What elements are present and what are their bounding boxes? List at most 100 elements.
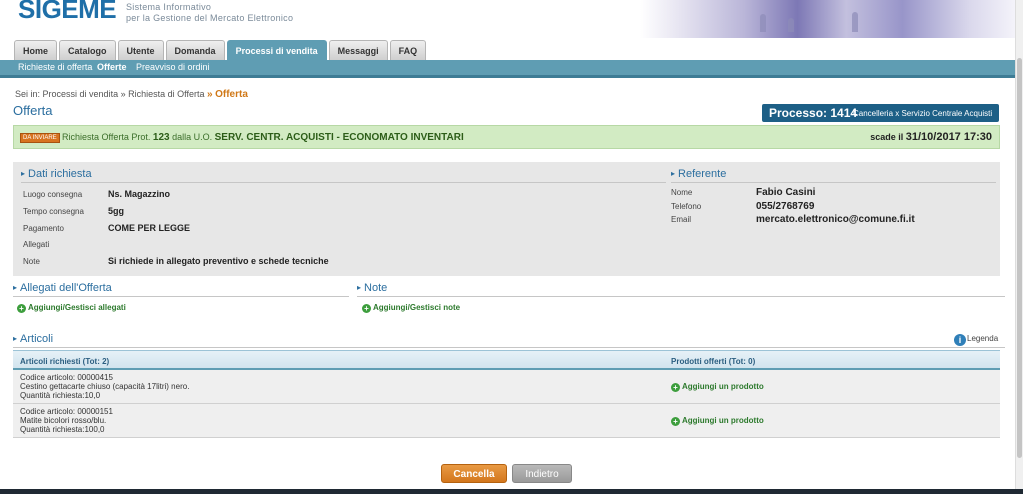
plus-icon: + [362, 304, 371, 313]
breadcrumb: Sei in: Processi di vendita » Richiesta … [15, 89, 248, 100]
deadline-prefix: scade il [870, 132, 904, 142]
banner-figure [760, 14, 766, 32]
breadcrumb-processi-di-vendita[interactable]: Processi di vendita [43, 89, 119, 99]
field-label: Luogo consegna [23, 190, 83, 199]
article-quantity: Quantità richiesta:10,0 [20, 391, 101, 400]
page-title: Offerta [13, 103, 53, 118]
section-divider [357, 296, 1005, 297]
section-divider [13, 347, 1005, 348]
section-divider [21, 182, 666, 183]
tab-utente[interactable]: Utente [117, 40, 164, 60]
tab-faq[interactable]: FAQ [389, 40, 427, 60]
status-badge: DA INVIARE [20, 133, 60, 143]
table-row: Codice articolo: 00000151 Matite bicolor… [13, 404, 1000, 438]
logo-subtitle-line2: per la Gestione del Mercato Elettronico [126, 13, 294, 23]
article-info: Codice articolo: 00000415 Cestino gettac… [20, 373, 189, 400]
section-title-allegati: Allegati dell'Offerta [13, 282, 112, 294]
referente-value: 055/2768769 [756, 201, 815, 212]
logo-subtitle-line1: Sistema Informativo [126, 2, 212, 12]
referente-label: Nome [671, 188, 693, 197]
sub-navigation: Richieste di offerta Offerte Preavviso d… [0, 60, 1015, 78]
os-taskbar [0, 489, 1023, 494]
breadcrumb-prefix: Sei in: [15, 89, 41, 99]
info-icon: i [954, 334, 966, 346]
subnav-offerte[interactable]: Offerte [97, 62, 127, 72]
header-banner-image [640, 0, 1015, 38]
manage-notes-link[interactable]: + Aggiungi/Gestisci note [362, 303, 460, 313]
tab-processi-di-vendita[interactable]: Processi di vendita [226, 40, 327, 60]
field-value: COME PER LEGGE [108, 223, 191, 233]
logo-subtitle: Sistema Informativo per la Gestione del … [126, 2, 293, 24]
status-prot-number: 123 [152, 132, 170, 143]
process-label: Processo: 1414 [769, 106, 858, 120]
add-product-link[interactable]: + Aggiungi un prodotto [671, 382, 764, 392]
deadline: scade il 31/10/2017 17:30 [870, 131, 992, 143]
field-label: Note [23, 257, 40, 266]
add-product-label: Aggiungi un prodotto [682, 416, 764, 425]
article-info: Codice articolo: 00000151 Matite bicolor… [20, 407, 113, 434]
legend-link[interactable]: i Legenda [954, 334, 998, 346]
section-title-referente: Referente [671, 168, 726, 180]
referente-value: Fabio Casini [756, 187, 816, 198]
section-title-note: Note [357, 282, 387, 294]
field-label: Tempo consegna [23, 207, 84, 216]
plus-icon: + [671, 383, 680, 392]
referente-label: Email [671, 215, 692, 224]
field-value: Ns. Magazzino [108, 189, 171, 199]
field-label: Pagamento [23, 224, 64, 233]
field-value: 5gg [108, 206, 125, 216]
column-header-richiesti: Articoli richiesti (Tot: 2) [20, 357, 110, 366]
field-value: Si richiede in allegato preventivo e sch… [108, 256, 329, 266]
subnav-preavviso-di-ordini[interactable]: Preavviso di ordini [136, 62, 210, 72]
manage-notes-label: Aggiungi/Gestisci note [373, 303, 461, 312]
tab-home[interactable]: Home [14, 40, 58, 60]
breadcrumb-separator: » [207, 89, 213, 100]
field-label: Allegati [23, 240, 50, 249]
status-bar: DA INVIARE Richiesta Offerta Prot. 123 d… [13, 125, 1000, 149]
plus-icon: + [17, 304, 26, 313]
column-header-offerti: Prodotti offerti (Tot: 0) [671, 357, 756, 366]
status-mid: dalla U.O. [172, 132, 213, 142]
section-divider [671, 182, 996, 183]
scrollbar-thumb[interactable] [1017, 58, 1022, 458]
cancel-button[interactable]: Cancella [441, 464, 507, 483]
tab-domanda[interactable]: Domanda [165, 40, 225, 60]
referente-value: mercato.elettronico@comune.fi.it [756, 214, 915, 225]
process-description: Cancelleria x Servizio Centrale Acquisti [853, 109, 993, 118]
plus-icon: + [671, 417, 680, 426]
tab-messaggi[interactable]: Messaggi [328, 40, 388, 60]
breadcrumb-current: Offerta [215, 89, 248, 100]
add-product-link[interactable]: + Aggiungi un prodotto [671, 416, 764, 426]
breadcrumb-richiesta-di-offerta[interactable]: Richiesta di Offerta [128, 89, 204, 99]
vertical-scrollbar[interactable] [1015, 0, 1023, 489]
process-box: Processo: 1414 Cancelleria x Servizio Ce… [762, 104, 999, 122]
header: SIGEME Sistema Informativo per la Gestio… [0, 0, 1015, 40]
section-title-dati-richiesta: Dati richiesta [21, 168, 92, 180]
article-code: Codice articolo: 00000151 [20, 407, 113, 416]
legend-label: Legenda [967, 334, 999, 343]
article-description: Cestino gettacarte chiuso (capacità 17li… [20, 382, 190, 391]
status-prefix: Richiesta Offerta Prot. [62, 132, 151, 142]
request-details-panel: Dati richiesta Luogo consegna Ns. Magazz… [13, 162, 1000, 276]
tab-catalogo[interactable]: Catalogo [59, 40, 116, 60]
article-description: Matite bicolori rosso/blu. [20, 416, 107, 425]
add-product-label: Aggiungi un prodotto [682, 382, 764, 391]
banner-figure [852, 12, 858, 32]
subnav-richieste-di-offerta[interactable]: Richieste di offerta [18, 62, 92, 72]
articles-table: Articoli richiesti (Tot: 2) Prodotti off… [13, 350, 1000, 438]
table-row: Codice articolo: 00000415 Cestino gettac… [13, 370, 1000, 404]
logo[interactable]: SIGEME [18, 0, 117, 25]
article-code: Codice articolo: 00000415 [20, 373, 113, 382]
status-text: Richiesta Offerta Prot. 123 dalla U.O. S… [62, 132, 464, 143]
banner-figure [788, 18, 794, 32]
referente-label: Telefono [671, 202, 702, 211]
main-tabs: Home Catalogo Utente Domanda Processi di… [14, 40, 427, 60]
back-button[interactable]: Indietro [512, 464, 572, 483]
breadcrumb-separator: » [120, 89, 126, 99]
manage-attachments-link[interactable]: + Aggiungi/Gestisci allegati [17, 303, 126, 313]
table-header: Articoli richiesti (Tot: 2) Prodotti off… [13, 350, 1000, 370]
section-divider [13, 296, 349, 297]
deadline-value: 31/10/2017 17:30 [905, 131, 992, 143]
manage-attachments-label: Aggiungi/Gestisci allegati [28, 303, 126, 312]
article-quantity: Quantità richiesta:100,0 [20, 425, 105, 434]
